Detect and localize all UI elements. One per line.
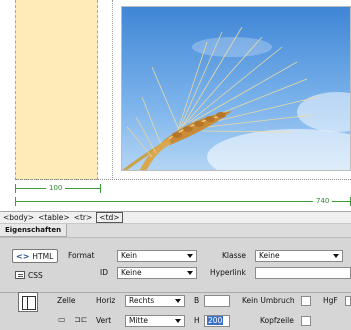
format-select[interactable]: Kein <box>117 250 197 262</box>
format-value: Kein <box>121 251 137 260</box>
css-mode-label: CSS <box>28 270 43 280</box>
kein-umbruch-label: Kein Umbruch <box>242 296 295 305</box>
column-width-ruler: 100 <box>15 183 101 193</box>
horiz-label: Horiz <box>96 296 116 305</box>
table-cell-left[interactable] <box>15 0 98 180</box>
format-label: Format <box>68 251 95 260</box>
klasse-select[interactable]: Keine <box>255 250 343 262</box>
properties-panel: Eigenschaften <> HTML CSS Format Kein Kl… <box>0 224 351 330</box>
panel-divider <box>0 292 351 293</box>
id-value: Keine <box>121 268 142 277</box>
hyperlink-label: Hyperlink <box>210 268 246 277</box>
chevron-down-icon <box>187 254 193 258</box>
tag-tr[interactable]: <tr> <box>74 213 93 222</box>
chevron-down-icon <box>175 319 181 323</box>
id-label: ID <box>100 268 108 277</box>
properties-tab[interactable]: Eigenschaften <box>0 224 68 237</box>
kopfzeile-label: Kopfzeile <box>260 316 294 325</box>
height-value: 200 <box>207 316 224 325</box>
merge-cells-icon[interactable]: ▭ <box>58 315 66 324</box>
column-width-label: 100 <box>46 183 66 193</box>
zelle-label: Zelle <box>57 296 76 305</box>
chevron-down-icon <box>187 271 193 275</box>
table-bottom-border <box>15 179 351 180</box>
height-input[interactable]: 200 <box>204 315 230 327</box>
kopfzeile-checkbox[interactable] <box>301 316 311 326</box>
b-label: B <box>194 296 200 305</box>
h-label: H <box>194 316 200 325</box>
design-canvas[interactable]: 100 740 <box>0 0 351 211</box>
chevron-down-icon <box>175 299 181 303</box>
chevron-down-icon <box>333 254 339 258</box>
klasse-value: Keine <box>259 251 280 260</box>
css-icon <box>15 271 25 279</box>
horiz-value: Rechts <box>129 296 155 305</box>
vert-value: Mitte <box>129 316 149 325</box>
kein-umbruch-checkbox[interactable] <box>301 296 311 306</box>
html-mode-label: HTML <box>32 251 54 261</box>
hgf-label: HgF <box>323 296 338 305</box>
vert-label: Vert <box>96 316 112 325</box>
tag-table[interactable]: <table> <box>38 213 70 222</box>
hyperlink-input[interactable] <box>255 267 351 279</box>
id-select[interactable]: Keine <box>117 267 197 279</box>
css-mode-button[interactable]: CSS <box>12 268 58 282</box>
klasse-label: Klasse <box>222 251 247 260</box>
tag-td[interactable]: <td> <box>96 212 123 223</box>
tag-body[interactable]: <body> <box>3 213 34 222</box>
tag-selector: <body> <table> <tr> <td> <box>0 211 351 224</box>
horiz-select[interactable]: Rechts <box>125 295 185 307</box>
hgf-swatch[interactable] <box>345 296 351 306</box>
table-width-ruler: 740 <box>15 196 351 206</box>
code-icon: <> <box>16 251 30 261</box>
wheat-photo[interactable] <box>121 6 351 171</box>
vert-select[interactable]: Mitte <box>125 315 185 327</box>
table-width-label: 740 <box>313 196 333 206</box>
split-cell-icon[interactable]: ⊐⊏ <box>74 315 87 324</box>
table-cell-icon <box>18 292 38 312</box>
width-input[interactable] <box>204 295 230 307</box>
html-mode-button[interactable]: <> HTML <box>12 249 58 263</box>
